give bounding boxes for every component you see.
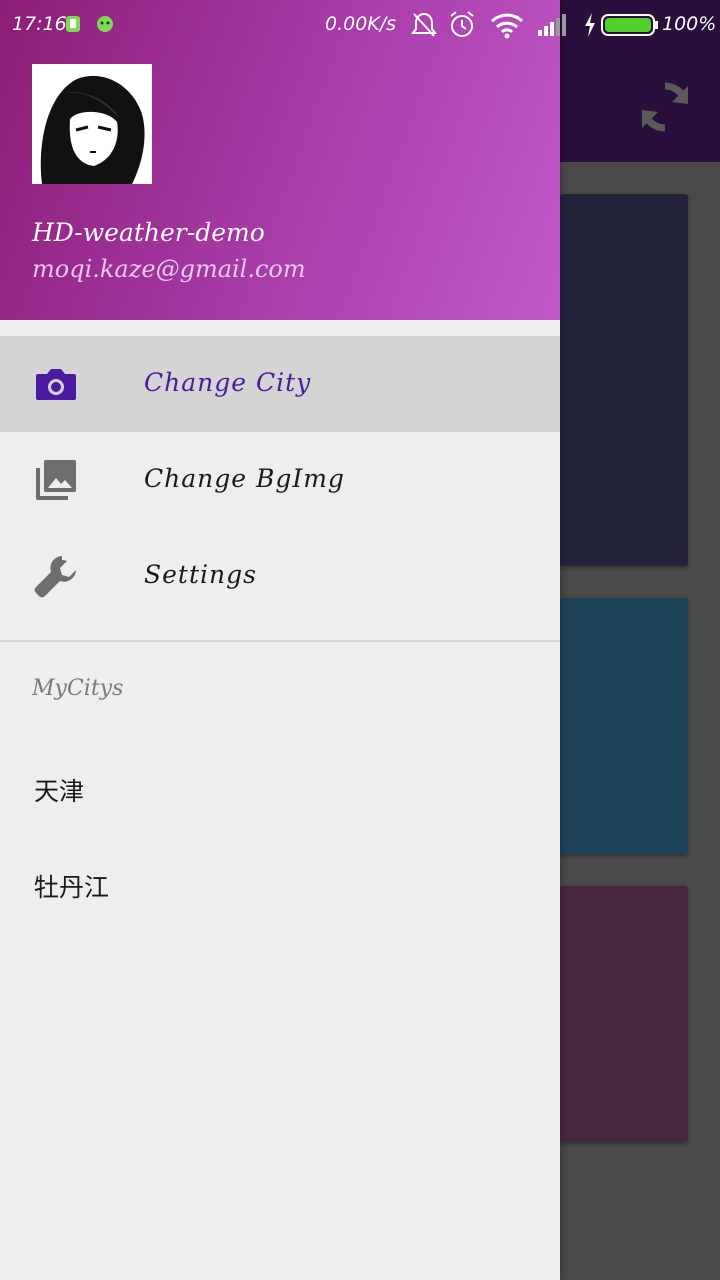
menu-item-change-city[interactable]: Change City (0, 336, 560, 432)
android-notification-icon (94, 10, 116, 43)
wifi-icon (490, 10, 524, 45)
menu-item-change-bgimg[interactable]: Change BgImg (0, 432, 560, 528)
wrench-icon (32, 552, 80, 600)
camera-icon (32, 360, 80, 408)
battery-icon (600, 10, 660, 45)
weather-card[interactable] (560, 886, 688, 1142)
signal-icon (536, 10, 568, 45)
city-item[interactable]: 天津 (0, 740, 560, 836)
menu-item-label: Change City (144, 368, 312, 397)
menu-item-label: Settings (144, 560, 257, 589)
city-label: 牡丹江 (34, 873, 110, 902)
refresh-button[interactable] (636, 78, 694, 136)
alarm-icon (448, 10, 476, 45)
divider (0, 640, 560, 642)
menu-item-label: Change BgImg (144, 464, 345, 493)
city-label: 天津 (34, 777, 85, 806)
charging-icon (582, 10, 598, 45)
weather-card[interactable] (560, 194, 688, 566)
net-speed: 0.00K/s (325, 13, 397, 35)
sim-notification-icon (64, 10, 82, 43)
navigation-drawer: HD-weather-demo moqi.kaze@gmail.com Chan… (0, 0, 560, 1280)
weather-card[interactable] (560, 598, 688, 854)
refresh-icon (642, 82, 688, 132)
battery-percent: 100% (662, 13, 717, 35)
account-email: moqi.kaze@gmail.com (32, 255, 306, 283)
avatar[interactable] (32, 64, 152, 184)
menu-item-settings[interactable]: Settings (0, 528, 560, 624)
mute-icon (410, 10, 438, 45)
status-time: 17:16 (12, 13, 67, 35)
section-title-mycitys: MyCitys (32, 676, 124, 701)
account-name: HD-weather-demo (32, 218, 265, 247)
photo-library-icon (32, 456, 80, 504)
status-bar: 17:16 0.00K/s 100% (0, 0, 720, 50)
city-item[interactable]: 牡丹江 (0, 836, 560, 932)
